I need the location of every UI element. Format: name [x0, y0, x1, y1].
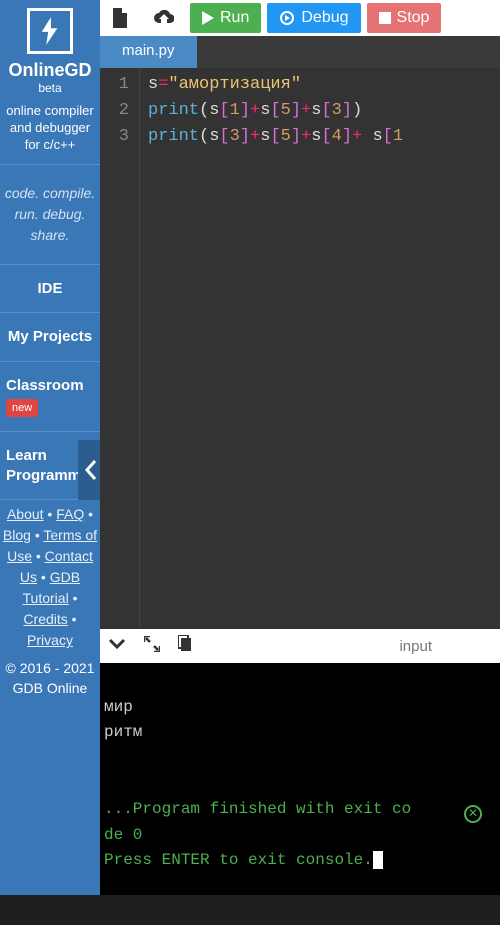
cursor	[373, 851, 383, 869]
console-output[interactable]: мир ритм ...Program finished with exit c…	[100, 663, 500, 895]
stop-icon	[379, 12, 391, 24]
console-collapse[interactable]	[108, 637, 126, 655]
bolt-icon	[39, 17, 61, 45]
toolbar: Run Debug Stop	[100, 0, 500, 36]
nav-classroom-label: Classroom	[6, 377, 84, 394]
copyright: © 2016 - 2021 GDB Online	[0, 655, 100, 708]
code-editor[interactable]: 123 s="амортизация" print(s[1]+s[5]+s[3]…	[100, 68, 500, 629]
run-label: Run	[220, 9, 249, 27]
new-file-button[interactable]	[102, 0, 138, 36]
tab-main-py[interactable]: main.py	[100, 36, 197, 68]
console-toolbar: input	[100, 629, 500, 663]
chevron-down-icon	[108, 638, 126, 650]
sidebar-collapse[interactable]	[78, 440, 100, 500]
output-line-2: ритм	[104, 723, 142, 741]
debug-label: Debug	[301, 9, 348, 27]
exit-line-2: de 0	[104, 826, 142, 844]
logo[interactable]	[27, 8, 73, 54]
footer-links: About • FAQ • Blog • Terms of Use • Cont…	[0, 500, 100, 655]
copy-icon	[178, 635, 194, 653]
link-credits[interactable]: Credits	[23, 611, 67, 627]
debug-icon	[279, 10, 295, 26]
badge-new: new	[6, 399, 38, 417]
console-expand[interactable]	[144, 636, 160, 657]
cloud-upload-icon	[154, 9, 174, 27]
brand-beta: beta	[0, 81, 100, 95]
expand-icon	[144, 636, 160, 652]
nav-classroom[interactable]: Classroom new	[0, 362, 100, 433]
main-area: Run Debug Stop main.py 123 s="амортизаци…	[100, 0, 500, 895]
run-button[interactable]: Run	[190, 3, 261, 33]
play-icon	[202, 11, 214, 25]
link-faq[interactable]: FAQ	[56, 506, 84, 522]
tabbar: main.py	[100, 36, 500, 68]
upload-button[interactable]	[144, 0, 184, 36]
brand-name: OnlineGD	[0, 60, 100, 81]
link-blog[interactable]: Blog	[3, 527, 31, 543]
link-about[interactable]: About	[7, 506, 44, 522]
exit-line-1: ...Program finished with exit co	[104, 800, 411, 818]
stop-label: Stop	[397, 9, 430, 27]
stop-button[interactable]: Stop	[367, 3, 442, 33]
exit-prompt: Press ENTER to exit console.	[104, 851, 373, 869]
output-line-1: мир	[104, 698, 133, 716]
chevron-left-icon	[83, 459, 97, 481]
code-content[interactable]: s="амортизация" print(s[1]+s[5]+s[3]) pr…	[140, 68, 500, 629]
nav-my-projects[interactable]: My Projects	[0, 313, 100, 362]
debug-button[interactable]: Debug	[267, 3, 360, 33]
console-close[interactable]: ✕	[464, 805, 482, 823]
line-gutter: 123	[100, 68, 140, 629]
file-icon	[112, 8, 128, 28]
console-input-label: input	[399, 638, 432, 655]
sidebar: OnlineGD beta online compiler and debugg…	[0, 0, 100, 895]
motto: code. compile. run. debug. share.	[0, 165, 100, 265]
nav-ide[interactable]: IDE	[0, 265, 100, 314]
console-copy[interactable]	[178, 635, 194, 658]
link-privacy[interactable]: Privacy	[27, 632, 73, 648]
tagline: online compiler and debugger for c/c++	[0, 103, 100, 165]
